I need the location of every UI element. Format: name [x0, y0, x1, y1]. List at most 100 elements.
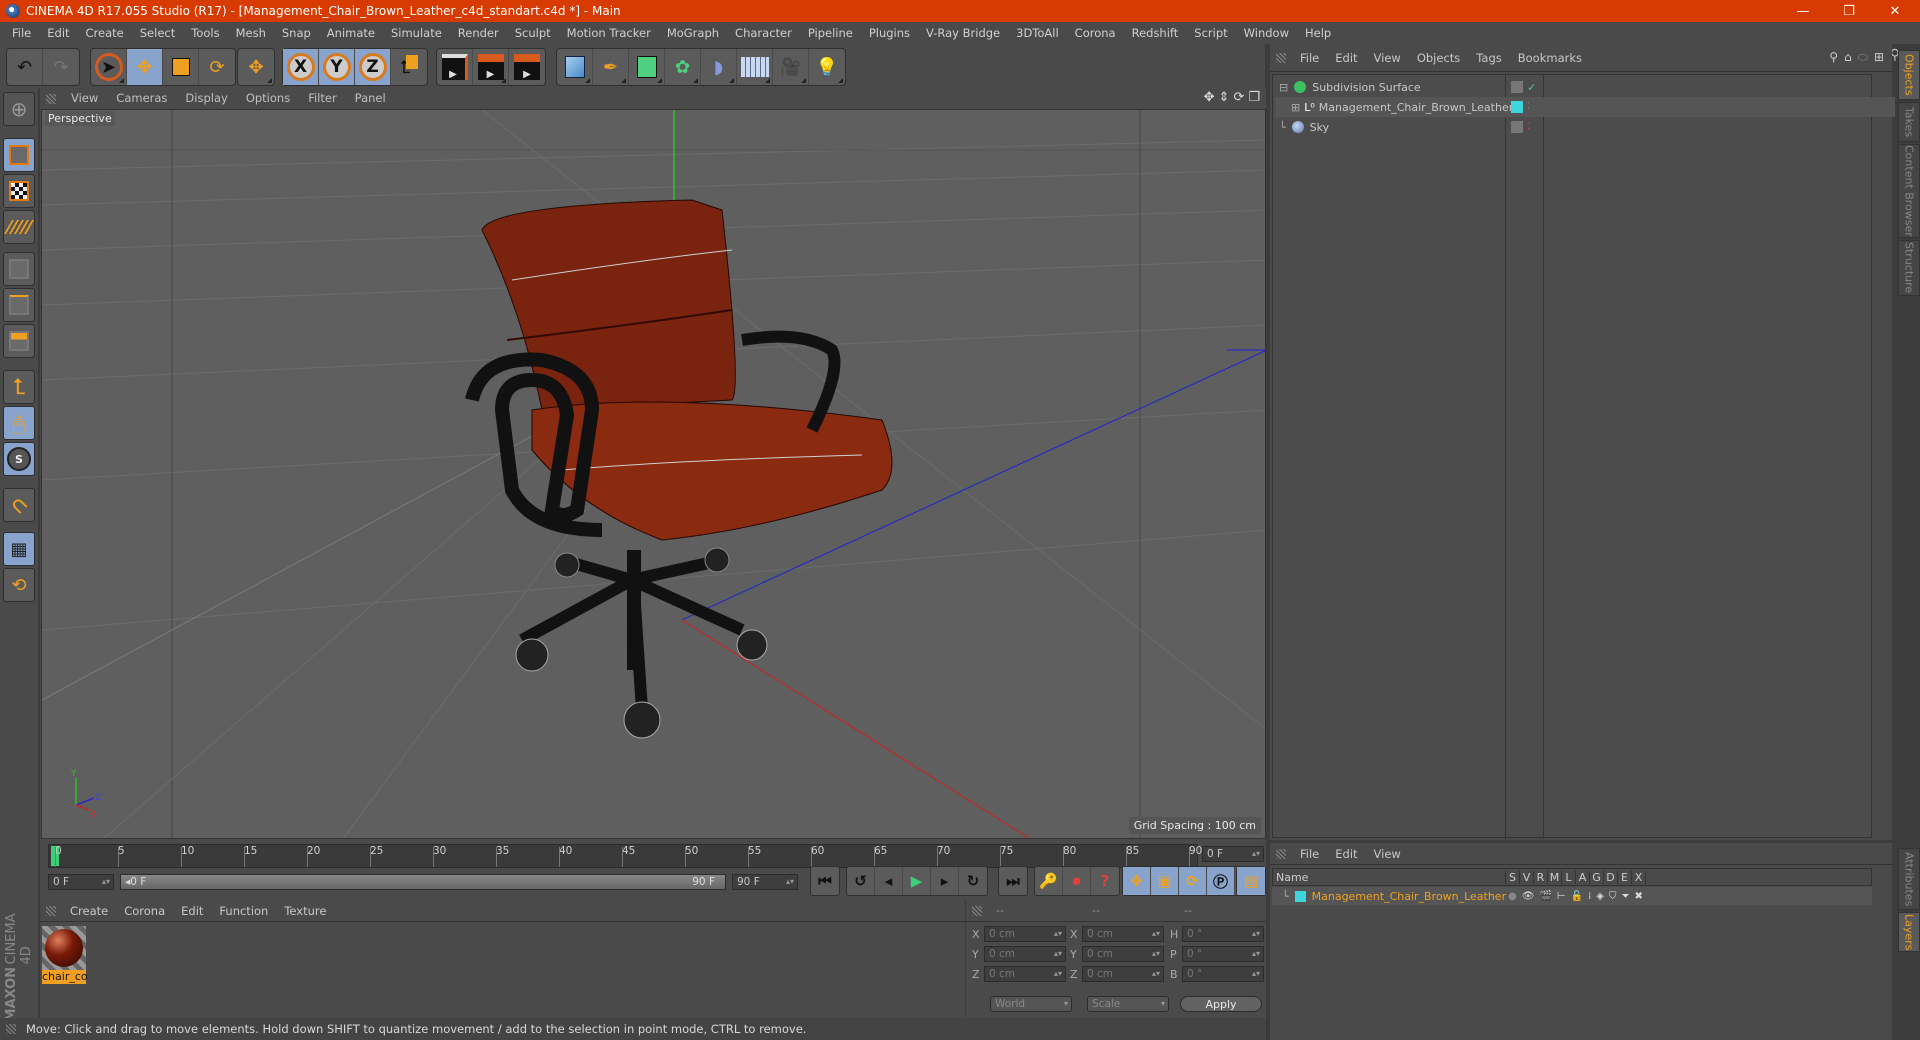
menu-window[interactable]: Window [1236, 26, 1297, 40]
render-settings-icon[interactable]: ▶ [509, 49, 545, 85]
viewport-menu-panel[interactable]: Panel [346, 91, 395, 105]
rotate-icon[interactable]: ⟳ [199, 49, 235, 85]
menu-snap[interactable]: Snap [274, 26, 319, 40]
menu-3dtoall[interactable]: 3DToAll [1008, 26, 1067, 40]
end-frame-field[interactable]: 90 F ▴▾ [732, 874, 798, 890]
play-icon[interactable]: ▶ [903, 867, 931, 895]
camera-icon[interactable]: 🎥 [773, 49, 809, 85]
menu-select[interactable]: Select [132, 26, 183, 40]
view-icon[interactable]: 👁 [1522, 891, 1535, 902]
size-x-field[interactable]: 0 cm ▴▾ [1082, 926, 1164, 942]
menu-simulate[interactable]: Simulate [383, 26, 450, 40]
orbit-icon[interactable]: ⟳ [1233, 90, 1244, 105]
size-z-field[interactable]: 0 cm ▴▾ [1082, 966, 1164, 982]
menu-character[interactable]: Character [727, 26, 800, 40]
3d-viewport[interactable]: Y Z X Perspective Grid Spacing : 100 cm [41, 109, 1266, 839]
timeline-ruler[interactable]: 0 5 10 15 20 25 30 35 40 45 50 55 60 65 … [48, 844, 1202, 868]
render-view-icon[interactable]: ▶ [437, 49, 473, 85]
layer-color-swatch[interactable] [1294, 890, 1306, 902]
close-button[interactable]: ✕ [1872, 0, 1918, 22]
lock-icon[interactable]: 🔓 [1571, 891, 1583, 902]
menu-file[interactable]: File [4, 26, 39, 40]
polygons-mode-icon[interactable] [3, 324, 35, 358]
object-menu-edit[interactable]: Edit [1327, 51, 1365, 65]
material-menu-create[interactable]: Create [62, 904, 116, 918]
coord-transform-dropdown[interactable]: Scale ▾ [1087, 996, 1169, 1012]
x-axis-icon[interactable]: X [283, 49, 319, 85]
eye-icon[interactable]: ⬭ [1858, 50, 1868, 65]
y-axis-icon[interactable]: Y [319, 49, 355, 85]
light-icon[interactable]: 💡 [809, 49, 845, 85]
animation-icon[interactable]: ⁞ [1588, 891, 1591, 902]
object-menu-objects[interactable]: Objects [1409, 51, 1468, 65]
manager-icon[interactable]: ⊢ [1557, 891, 1566, 902]
collapse-icon[interactable]: ⊟ [1279, 81, 1288, 94]
prev-key-icon[interactable]: ↺ [847, 867, 875, 895]
expressions-icon[interactable]: ⏷ [1621, 891, 1629, 902]
go-to-start-icon[interactable]: ⏮ [811, 867, 839, 895]
object-menu-file[interactable]: File [1292, 51, 1327, 65]
tweak-icon[interactable]: 🖱 [3, 406, 35, 440]
auto-key-icon[interactable]: ? [1091, 867, 1119, 895]
menu-sculpt[interactable]: Sculpt [507, 26, 559, 40]
rot-b-field[interactable]: 0 ° ▴▾ [1182, 966, 1264, 982]
redo-icon[interactable]: ↷ [43, 49, 79, 85]
menu-pipeline[interactable]: Pipeline [800, 26, 861, 40]
axis-mode-icon[interactable]: ⮤ [3, 370, 35, 404]
z-axis-icon[interactable]: Z [355, 49, 391, 85]
panel-grip[interactable] [1276, 849, 1286, 859]
viewport-menu-options[interactable]: Options [237, 91, 299, 105]
restore-button[interactable]: ❐ [1826, 0, 1872, 22]
panel-grip[interactable] [46, 906, 56, 916]
panel-grip[interactable] [1276, 53, 1286, 63]
material-menu-edit[interactable]: Edit [173, 904, 211, 918]
key-param-icon[interactable]: Ⓟ [1207, 867, 1235, 895]
points-mode-icon[interactable] [3, 252, 35, 286]
menu-redshift[interactable]: Redshift [1124, 26, 1187, 40]
record-icon[interactable]: ⏺ [1063, 867, 1091, 895]
pen-spline-icon[interactable]: ✒ [593, 49, 629, 85]
snap-icon[interactable]: S [3, 442, 35, 476]
scale-icon[interactable] [163, 49, 199, 85]
next-key-icon[interactable]: ↻ [959, 867, 987, 895]
pos-x-field[interactable]: 0 cm ▴▾ [984, 926, 1066, 942]
apply-button[interactable]: Apply [1180, 996, 1262, 1012]
render-icon[interactable]: 🎬 [1539, 891, 1551, 902]
menu-motion-tracker[interactable]: Motion Tracker [559, 26, 659, 40]
solo-icon[interactable]: ● [1508, 891, 1517, 902]
menu-mesh[interactable]: Mesh [228, 26, 274, 40]
material-menu-texture[interactable]: Texture [276, 904, 334, 918]
floor-icon[interactable] [737, 49, 773, 85]
tab-structure[interactable]: Structure [1898, 240, 1920, 296]
size-y-field[interactable]: 0 cm ▴▾ [1082, 946, 1164, 962]
object-row[interactable]: ⊞ L⁰ Management_Chair_Brown_Leather ⁚ [1275, 97, 1895, 117]
menu-vray-bridge[interactable]: V-Ray Bridge [918, 26, 1008, 40]
key-rotation-icon[interactable]: ⟳ [1179, 867, 1207, 895]
menu-plugins[interactable]: Plugins [861, 26, 918, 40]
coordinate-system-icon[interactable]: ⮤ [391, 49, 427, 85]
material-swatch[interactable]: chair_co [42, 926, 88, 984]
object-menu-view[interactable]: View [1366, 51, 1409, 65]
move-tool-icon[interactable]: ✥ [238, 49, 274, 85]
edges-mode-icon[interactable] [3, 288, 35, 322]
panel-grip[interactable] [972, 906, 982, 916]
generators-icon[interactable]: ◈ [1596, 891, 1604, 902]
viewport-menu-cameras[interactable]: Cameras [107, 91, 176, 105]
model-mode-icon[interactable] [3, 138, 35, 172]
menu-tools[interactable]: Tools [183, 26, 227, 40]
frame-range-slider[interactable]: ◂0 F 90 F [120, 874, 726, 890]
menu-corona[interactable]: Corona [1067, 26, 1124, 40]
object-name[interactable]: Management_Chair_Brown_Leather [1319, 101, 1513, 114]
key-scale-icon[interactable]: ▣ [1151, 867, 1179, 895]
coord-mode-dropdown[interactable]: World ▾ [990, 996, 1072, 1012]
deformer-icon[interactable]: ◗ [701, 49, 737, 85]
pan-icon[interactable]: ✥ [1204, 90, 1215, 105]
material-menu-function[interactable]: Function [211, 904, 276, 918]
menu-script[interactable]: Script [1186, 26, 1235, 40]
tab-takes[interactable]: Takes [1898, 102, 1920, 142]
object-name[interactable]: Subdivision Surface [1312, 81, 1420, 94]
texture-mode-icon[interactable] [3, 174, 35, 208]
render-picture-viewer-icon[interactable]: ▶ [473, 49, 509, 85]
next-frame-icon[interactable]: ▸ [931, 867, 959, 895]
visibility-dots[interactable]: ⁚ [1527, 122, 1530, 132]
